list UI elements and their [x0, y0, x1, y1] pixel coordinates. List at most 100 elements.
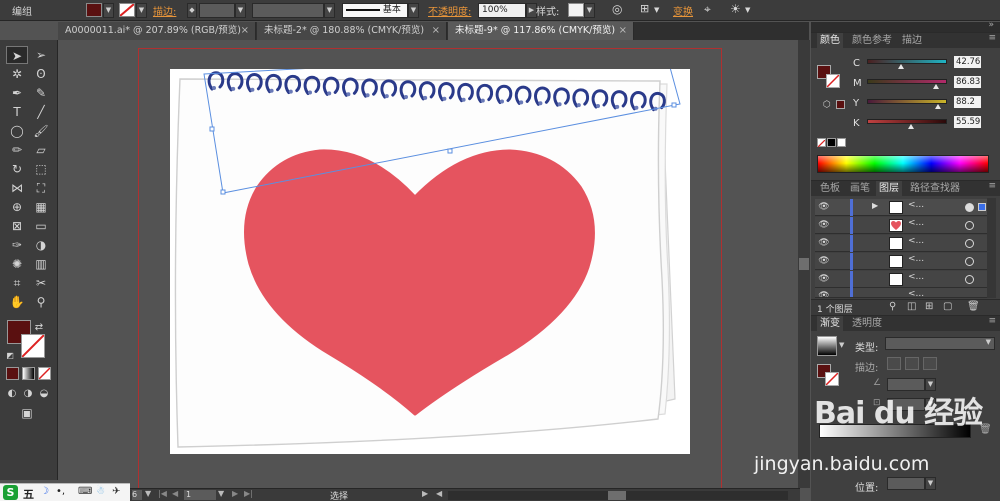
artboard[interactable]	[170, 48, 690, 454]
layer-row[interactable]: 👁 <...	[815, 235, 987, 252]
layer-row[interactable]: 👁 <...	[815, 271, 987, 288]
channel-k-slider[interactable]	[867, 119, 947, 124]
visibility-eye-icon[interactable]: 👁	[818, 273, 830, 285]
canvas-vertical-scrollbar[interactable]	[798, 40, 810, 488]
gamut-swatch[interactable]	[836, 100, 845, 109]
width-tool-icon[interactable]: ⋈	[6, 179, 28, 197]
stroke-along-icon[interactable]	[905, 357, 919, 370]
transform-label[interactable]: 变换	[673, 3, 693, 18]
gradient-slider-bar[interactable]	[819, 424, 971, 438]
tab-color-guide[interactable]: 颜色参考	[849, 33, 895, 48]
selection-handle[interactable]	[671, 102, 677, 108]
type-tool-icon[interactable]: T	[6, 103, 28, 121]
tab-layers[interactable]: 图层	[876, 181, 902, 196]
direct-selection-tool-icon[interactable]: ➢	[30, 46, 52, 64]
document-tab[interactable]: A0000011.ai* @ 207.89% (RGB/预览) ×	[58, 22, 256, 40]
tools-icon[interactable]: ✈	[112, 486, 120, 497]
selection-handle[interactable]	[447, 148, 453, 154]
recolor-icon[interactable]: ◎	[612, 2, 622, 16]
canvas-horizontal-scrollbar[interactable]	[448, 491, 788, 500]
layer-name[interactable]: <...	[908, 254, 924, 264]
keyboard-icon[interactable]: ⌨	[78, 486, 92, 497]
layers-scrollbar[interactable]	[987, 198, 996, 298]
channel-y-value[interactable]: 88.2	[954, 96, 981, 108]
clipping-mask-icon[interactable]: ◫	[907, 301, 916, 312]
curvature-tool-icon[interactable]: ✎	[30, 84, 52, 102]
scale-tool-icon[interactable]: ⬚	[30, 160, 52, 178]
channel-m-thumb[interactable]	[933, 84, 940, 89]
tab-close-icon[interactable]: ×	[619, 22, 627, 40]
punctuation-icon[interactable]: •,	[56, 486, 65, 497]
document-tab[interactable]: 未标题-2* @ 180.88% (CMYK/预览) ×	[257, 22, 447, 40]
sogou-logo-icon[interactable]: S	[3, 485, 18, 500]
stroke-weight-field[interactable]	[199, 3, 235, 18]
position-field[interactable]	[887, 477, 925, 490]
ellipse-tool-icon[interactable]: ◯	[6, 122, 28, 140]
shape-builder-tool-icon[interactable]: ⊕	[6, 198, 28, 216]
moon-icon[interactable]: ☽	[40, 486, 49, 497]
draw-normal-icon[interactable]: ◐	[4, 385, 20, 403]
stroke-weight-arrow[interactable]: ▼	[235, 3, 246, 18]
visibility-eye-icon[interactable]: 👁	[818, 290, 830, 297]
visibility-eye-icon[interactable]: 👁	[818, 255, 830, 267]
channel-c-value[interactable]: 42.76	[954, 56, 981, 68]
pencil-tool-icon[interactable]: ✏	[6, 141, 28, 159]
collapse-dock-icon[interactable]: »	[988, 20, 994, 30]
stroke-swatch[interactable]	[119, 3, 135, 17]
panel-menu-icon[interactable]: ≡	[988, 181, 996, 191]
rotate-tool-icon[interactable]: ↻	[6, 160, 28, 178]
variable-width-dropdown[interactable]	[252, 3, 324, 18]
layer-name[interactable]: <...	[908, 200, 924, 210]
perspective-grid-tool-icon[interactable]: ▦	[30, 198, 52, 216]
layer-row[interactable]: 👁 <...	[815, 288, 987, 298]
selection-tool-icon[interactable]: ➤	[6, 46, 28, 64]
column-graph-tool-icon[interactable]: ▥	[30, 255, 52, 273]
gradient-tool-icon[interactable]: ▭	[30, 217, 52, 235]
stroke-weight-stepper[interactable]: ◆	[187, 3, 197, 18]
tab-brushes[interactable]: 画笔	[847, 181, 873, 196]
visibility-eye-icon[interactable]: 👁	[818, 201, 830, 213]
isolate-icon[interactable]: ⌖	[704, 2, 711, 17]
last-page-icon[interactable]: ▶|	[244, 489, 253, 498]
layer-row[interactable]: 👁 <...	[815, 253, 987, 270]
document-canvas[interactable]	[58, 40, 798, 488]
magic-wand-tool-icon[interactable]: ✲	[6, 65, 28, 83]
channel-c-slider[interactable]	[867, 59, 947, 64]
prev-page-icon[interactable]: ◀	[172, 489, 178, 498]
locate-object-icon[interactable]: ⚲	[889, 301, 896, 312]
expand-arrow-icon[interactable]: ▶	[872, 201, 878, 210]
visibility-eye-icon[interactable]: 👁	[818, 219, 830, 231]
layer-name[interactable]: <...	[908, 218, 924, 228]
layer-row[interactable]: 👁 ▶ <...	[815, 199, 987, 216]
pen-tool-icon[interactable]: ✒	[6, 84, 28, 102]
layer-row[interactable]: 👁 <...	[815, 217, 987, 234]
color-stroke-swatch[interactable]	[826, 74, 840, 88]
channel-c-thumb[interactable]	[898, 64, 905, 69]
gradient-mode-icon[interactable]	[22, 367, 35, 380]
screen-mode-icon[interactable]: ▣	[16, 404, 38, 422]
selection-handle[interactable]	[220, 189, 226, 195]
aspect-dropdown-icon[interactable]: ▼	[925, 398, 936, 411]
fill-dropdown-arrow[interactable]: ▼	[103, 3, 114, 18]
channel-y-thumb[interactable]	[934, 104, 941, 109]
color-mode-icon[interactable]	[6, 367, 19, 380]
angle-field[interactable]	[887, 378, 925, 391]
tab-color[interactable]: 颜色	[817, 33, 843, 48]
zoom-tool-icon[interactable]: ⚲	[30, 293, 52, 311]
artboard-tool-icon[interactable]: ⌗	[6, 274, 28, 292]
draw-inside-icon[interactable]: ◒	[36, 385, 52, 403]
graphic-style-swatch[interactable]	[568, 3, 584, 17]
menu-dropdown-icon[interactable]: ▼	[745, 6, 750, 14]
layer-name[interactable]: <...	[908, 272, 924, 282]
new-layer-icon[interactable]: ▢	[943, 301, 952, 312]
first-page-icon[interactable]: |◀	[158, 489, 167, 498]
graphic-style-arrow[interactable]: ▼	[584, 3, 595, 18]
tab-close-icon[interactable]: ×	[241, 22, 249, 40]
none-swatch[interactable]	[817, 138, 826, 148]
calendar-artwork[interactable]	[170, 48, 690, 454]
zoom-field[interactable]: 6	[132, 490, 142, 500]
layer-target-icon[interactable]	[965, 275, 974, 284]
tab-close-icon[interactable]: ×	[432, 22, 440, 40]
eyedropper-tool-icon[interactable]: ✑	[6, 236, 28, 254]
hand-tool-icon[interactable]: ✋	[6, 293, 28, 311]
